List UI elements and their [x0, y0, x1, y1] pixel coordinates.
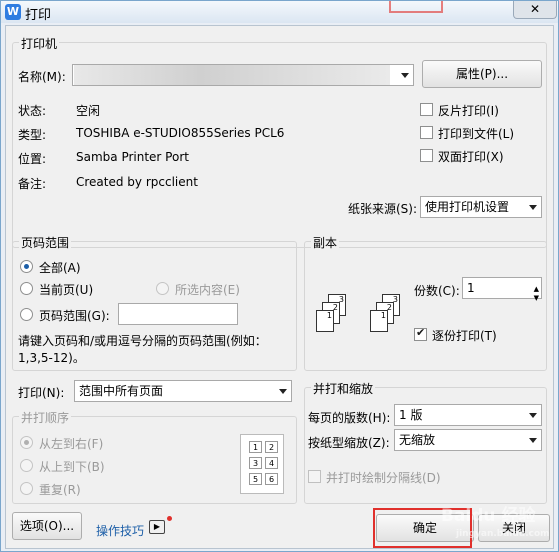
draw-borders-checkbox[interactable]	[308, 470, 321, 483]
scale-value: 无缩放	[399, 433, 436, 447]
reverse-print-checkbox[interactable]	[420, 103, 433, 116]
options-button[interactable]: 选项(O)...	[12, 512, 82, 540]
comment-value: Created by rpcclient	[76, 175, 198, 189]
close-icon: ✕	[529, 2, 541, 16]
preview-cell: 5	[249, 473, 262, 485]
order-top-to-bottom-radio[interactable]	[20, 459, 33, 472]
status-label: 状态:	[18, 104, 47, 118]
chevron-down-icon	[401, 73, 409, 78]
page-icon: 1	[316, 310, 334, 332]
duplex-label[interactable]: 双面打印(X)	[438, 148, 504, 165]
page-icon: 1	[370, 310, 388, 332]
copies-count-value: 1	[467, 281, 475, 295]
dialog-title: 打印	[25, 8, 52, 23]
print-to-file-checkbox[interactable]	[420, 126, 433, 139]
paper-source-value: 使用打印机设置	[425, 200, 510, 214]
chevron-down-icon	[529, 205, 537, 210]
range-pages-label[interactable]: 页码范围(G):	[39, 307, 110, 324]
scale-select[interactable]: 无缩放	[394, 429, 542, 451]
window-close-button[interactable]: ✕	[513, 1, 557, 19]
spin-down-icon[interactable]: ▼	[534, 288, 539, 308]
printer-name-redacted	[74, 65, 390, 85]
notification-dot-icon	[167, 516, 172, 521]
scale-label: 按纸型缩放(Z):	[308, 436, 390, 450]
collate-checkbox[interactable]	[414, 326, 427, 341]
preview-cell: 6	[265, 473, 278, 485]
watermark-logo: Baidu 经验	[441, 506, 536, 526]
reverse-print-label[interactable]: 反片打印(I)	[438, 102, 499, 119]
pages-per-sheet-value: 1 版	[399, 408, 423, 422]
copies-count-input[interactable]: 1 ▲ ▼	[462, 277, 542, 302]
video-tips-icon[interactable]: ▶	[149, 520, 165, 534]
zoom-group-title: 并打和缩放	[311, 380, 376, 397]
order-top-to-bottom-label[interactable]: 从上到下(B)	[39, 458, 105, 475]
print-to-file-label[interactable]: 打印到文件(L)	[438, 125, 514, 142]
chevron-down-icon	[529, 438, 537, 443]
properties-button[interactable]: 属性(P)...	[422, 60, 542, 88]
pages-per-sheet-label: 每页的版数(H):	[308, 411, 391, 425]
order-repeat-label[interactable]: 重复(R)	[39, 481, 81, 498]
title-bar[interactable]: W 打印 ✕	[1, 1, 558, 23]
preview-cell: 2	[265, 441, 278, 453]
type-value: TOSHIBA e-STUDIO855Series PCL6	[76, 126, 285, 140]
copies-count-label: 份数(C):	[414, 284, 460, 298]
printer-group-title: 打印机	[19, 35, 60, 52]
printer-name-label: 名称(M):	[18, 70, 66, 84]
page-range-input[interactable]	[118, 303, 238, 325]
print-dialog: W 打印 ✕ 打印机 名称(M): 属性(P)... 状态: 空闲 类型: TO…	[0, 0, 559, 552]
preview-cell: 4	[265, 457, 278, 469]
location-label: 位置:	[18, 152, 47, 166]
range-all-label[interactable]: 全部(A)	[39, 259, 81, 276]
pages-per-sheet-select[interactable]: 1 版	[394, 404, 542, 426]
range-current-label[interactable]: 当前页(U)	[39, 281, 93, 298]
draw-borders-label[interactable]: 并打时绘制分隔线(D)	[326, 469, 441, 486]
preview-cell: 1	[249, 441, 262, 453]
chevron-down-icon	[529, 413, 537, 418]
collate-label[interactable]: 逐份打印(T)	[432, 327, 497, 344]
order-group-title: 并打顺序	[19, 409, 72, 426]
range-selection-label[interactable]: 所选内容(E)	[175, 281, 240, 298]
page-range-group-title: 页码范围	[19, 234, 72, 251]
tips-link[interactable]: 操作技巧	[96, 522, 144, 539]
page-range-hint: 请键入页码和/或用逗号分隔的页码范围(例如：1,3,5-12)。	[18, 334, 267, 365]
highlight-box-top	[389, 1, 443, 13]
range-selection-radio[interactable]	[156, 282, 169, 295]
wps-app-icon: W	[5, 4, 21, 20]
paper-source-select[interactable]: 使用打印机设置	[420, 196, 542, 218]
location-value: Samba Printer Port	[76, 150, 189, 164]
range-current-radio[interactable]	[20, 282, 33, 295]
print-what-value: 范围中所有页面	[79, 384, 164, 398]
duplex-checkbox[interactable]	[420, 149, 433, 162]
order-left-to-right-radio[interactable]	[20, 436, 33, 449]
order-left-to-right-label[interactable]: 从左到右(F)	[39, 435, 103, 452]
range-pages-radio[interactable]	[20, 308, 33, 321]
watermark-url: jingyan.baidu.com	[456, 529, 550, 539]
order-preview-icon: 1 2 3 4 5 6	[240, 434, 284, 494]
print-what-select[interactable]: 范围中所有页面	[74, 380, 292, 402]
paper-source-label: 纸张来源(S):	[348, 202, 418, 216]
dialog-body: 打印机 名称(M): 属性(P)... 状态: 空闲 类型: TOSHIBA e…	[5, 25, 554, 549]
range-all-radio[interactable]	[20, 260, 33, 273]
copies-group-title: 副本	[311, 234, 340, 251]
print-what-label: 打印(N):	[18, 386, 65, 400]
order-repeat-radio[interactable]	[20, 482, 33, 495]
status-value: 空闲	[76, 104, 101, 118]
preview-cell: 3	[249, 457, 262, 469]
type-label: 类型:	[18, 128, 47, 142]
comment-label: 备注:	[18, 177, 47, 191]
chevron-down-icon	[279, 389, 287, 394]
